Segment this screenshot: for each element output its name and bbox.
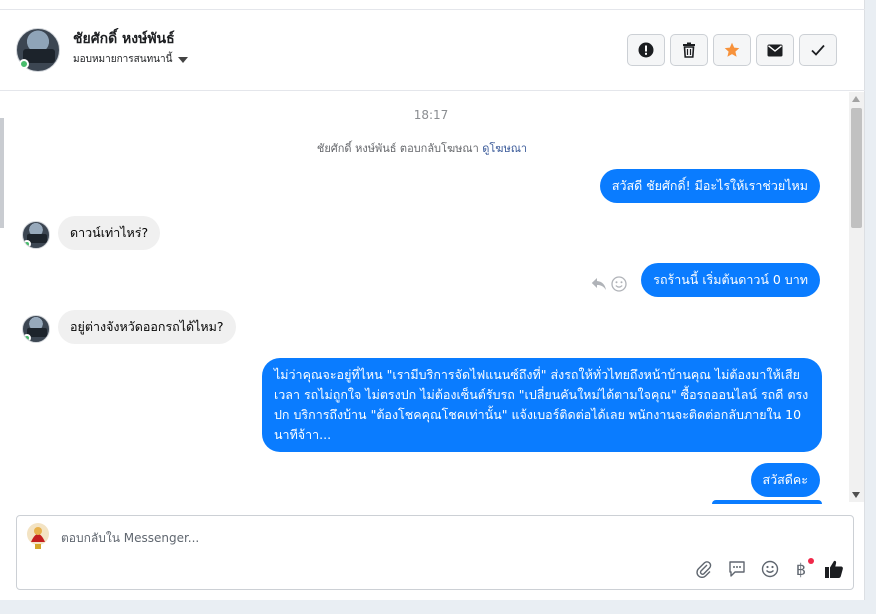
mark-unread-button[interactable] <box>756 34 794 66</box>
outgoing-message[interactable]: สวัสดี ชัยศักดิ์! มีอะไรให้เราช่วยไหม <box>599 169 820 203</box>
left-scroll-edge <box>0 118 4 228</box>
assign-conversation-dropdown[interactable]: มอบหมายการสนทนานี้ <box>73 52 189 67</box>
page-avatar <box>26 522 50 550</box>
conversation-header: ชัยศักดิ์ หงษ์พันธ์ มอบหมายการสนทนานี้ <box>0 11 865 91</box>
spam-button[interactable] <box>627 34 665 66</box>
delete-button[interactable] <box>670 34 708 66</box>
reply-input[interactable] <box>61 528 661 548</box>
scroll-thumb[interactable] <box>851 108 862 228</box>
caret-down-icon <box>178 56 189 63</box>
star-icon <box>724 42 740 57</box>
outgoing-message[interactable]: รถร้านนี้ เริ่มต้นดาวน์ 0 บาท <box>641 263 820 297</box>
scroll-down-arrow-icon[interactable] <box>852 492 860 498</box>
messages-scrollbar[interactable] <box>849 92 864 502</box>
reply-icon[interactable] <box>591 277 607 291</box>
outgoing-message[interactable]: ไม่ว่าคุณจะอยู่ที่ไหน "เรามีบริการจัดไฟแ… <box>262 358 822 452</box>
messenger-panel: ชัยศักดิ์ หงษ์พันธ์ มอบหมายการสนทนานี้ 1… <box>0 0 865 600</box>
ad-reply-notice: ชัยศักดิ์ หงษ์พันธ์ ตอบกลับโฆษณา ดูโฆษณา <box>0 139 844 157</box>
assign-label: มอบหมายการสนทนานี้ <box>73 54 173 65</box>
message-timestamp: 18:17 <box>413 108 449 122</box>
online-status-dot <box>19 59 29 69</box>
saved-reply-button[interactable] <box>726 558 748 580</box>
outgoing-message-partial <box>712 500 822 504</box>
page-logo-icon <box>27 523 49 549</box>
payment-button[interactable]: ฿ <box>790 558 814 580</box>
notification-dot <box>808 558 814 564</box>
incoming-message[interactable]: ดาวน์เท่าไหร่? <box>58 216 161 250</box>
star-button[interactable] <box>713 34 751 66</box>
paperclip-icon <box>696 561 712 578</box>
like-button[interactable] <box>823 558 845 580</box>
check-icon <box>811 44 825 56</box>
top-divider <box>0 0 865 10</box>
incoming-message[interactable]: อยู่ต่างจังหวัดออกรถได้ไหม? <box>58 310 236 344</box>
thumbs-up-icon <box>825 560 843 578</box>
envelope-icon <box>767 44 783 56</box>
react-emoji-icon[interactable] <box>611 276 627 292</box>
sender-avatar[interactable] <box>22 221 50 249</box>
emoji-icon <box>761 560 779 578</box>
ad-reply-notice-text: ชัยศักดิ์ หงษ์พันธ์ ตอบกลับโฆษณา <box>316 142 483 155</box>
done-button[interactable] <box>799 34 837 66</box>
saved-reply-icon <box>729 561 745 577</box>
reply-composer: ฿ <box>16 515 854 590</box>
outgoing-message[interactable]: สวัสดีคะ <box>750 463 820 497</box>
trash-icon <box>683 42 695 58</box>
view-ad-link[interactable]: ดูโฆษณา <box>482 142 527 155</box>
sender-avatar[interactable] <box>22 315 50 343</box>
baht-payment-icon: ฿ <box>795 559 807 579</box>
emoji-button[interactable] <box>759 558 781 580</box>
scroll-up-arrow-icon[interactable] <box>852 96 860 102</box>
exclamation-circle-icon <box>638 42 654 58</box>
contact-name[interactable]: ชัยศักดิ์ หงษ์พันธ์ <box>73 28 175 50</box>
message-actions <box>591 276 627 292</box>
attach-button[interactable] <box>693 558 715 580</box>
